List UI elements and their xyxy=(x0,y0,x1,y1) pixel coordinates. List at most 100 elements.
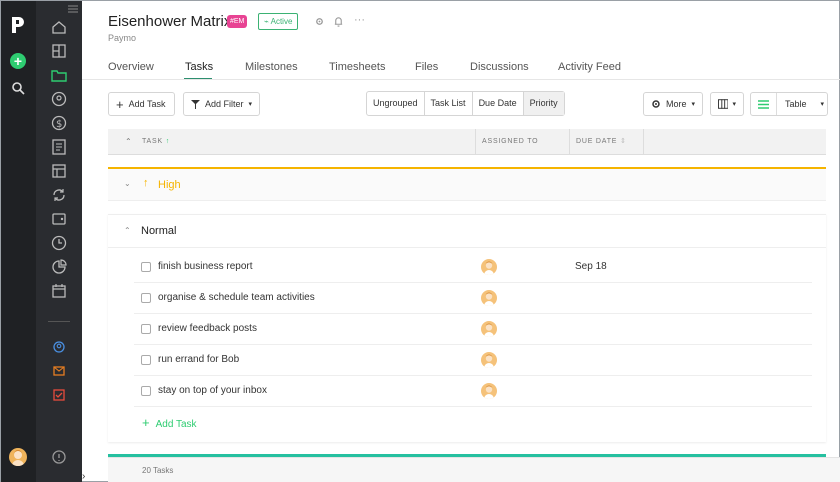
add-task-label: Add Task xyxy=(128,99,166,109)
collapse-all-icon[interactable]: ⌃ xyxy=(125,129,133,155)
columns-button[interactable]: ▾ xyxy=(710,92,744,116)
plus-icon: + xyxy=(142,415,150,430)
assignee-avatar[interactable] xyxy=(481,321,497,337)
add-filter-label: Add Filter xyxy=(204,99,244,109)
mail-icon[interactable] xyxy=(51,363,67,379)
task-row[interactable]: run errand for Bob xyxy=(134,345,812,376)
tab-timesheets[interactable]: Timesheets xyxy=(329,61,385,73)
invoices-icon[interactable] xyxy=(51,139,67,155)
chevron-down-icon: ▾ xyxy=(820,101,825,108)
main-content: Eisenhower Matrix #EM ⌁ Active ··· Paymo… xyxy=(82,1,840,482)
board-icon[interactable] xyxy=(51,163,67,179)
tab-discussions[interactable]: Discussions xyxy=(470,61,529,73)
column-task-label: TASK xyxy=(142,138,163,145)
add-filter-button[interactable]: Add Filter ▾ xyxy=(183,92,260,116)
sidebar-divider xyxy=(48,321,70,322)
finances-icon[interactable]: $ xyxy=(51,115,67,131)
sort-ascending-icon: ↑ xyxy=(165,138,171,145)
projects-folder-icon[interactable] xyxy=(51,67,67,83)
arrow-up-icon: ↑ xyxy=(143,177,149,189)
clock-icon[interactable] xyxy=(51,235,67,251)
info-icon[interactable] xyxy=(51,449,67,465)
company-name: Paymo xyxy=(108,33,137,43)
tab-overview[interactable]: Overview xyxy=(108,61,154,73)
task-name[interactable]: finish business report xyxy=(158,261,253,272)
tab-tasks[interactable]: Tasks xyxy=(185,61,213,73)
more-options-icon[interactable]: ··· xyxy=(354,14,365,26)
tab-files[interactable]: Files xyxy=(415,61,438,73)
table-header: ⌃ TASK ↑ ASSIGNED TO DUE DATE ⇕ xyxy=(108,129,826,155)
task-count: 20 Tasks xyxy=(142,466,174,475)
chevron-down-icon[interactable]: ⌄ xyxy=(124,179,131,188)
more-button[interactable]: More ▾ xyxy=(643,92,703,116)
status-label: Active xyxy=(270,17,293,26)
group-ungrouped-button[interactable]: Ungrouped xyxy=(367,92,425,115)
view-switcher[interactable]: Table ▾ xyxy=(750,92,828,116)
user-avatar[interactable] xyxy=(9,448,27,466)
sync-icon[interactable] xyxy=(51,187,67,203)
tabs-divider xyxy=(82,79,840,80)
group-priority-button[interactable]: Priority xyxy=(523,92,564,115)
assignee-avatar[interactable] xyxy=(481,352,497,368)
columns-icon xyxy=(718,99,729,109)
column-task[interactable]: TASK ↑ xyxy=(142,129,170,155)
column-due-date-label: DUE DATE xyxy=(576,138,618,145)
task-name[interactable]: organise & schedule team activities xyxy=(158,292,315,303)
column-divider xyxy=(569,129,570,155)
task-name[interactable]: stay on top of your inbox xyxy=(158,385,267,396)
checklist-icon[interactable] xyxy=(51,387,67,403)
task-row[interactable]: stay on top of your inbox xyxy=(134,376,812,407)
team-icon[interactable] xyxy=(51,339,67,355)
tab-milestones[interactable]: Milestones xyxy=(245,61,298,73)
column-assigned-to[interactable]: ASSIGNED TO xyxy=(482,129,538,155)
add-task-button[interactable]: + Add Task xyxy=(108,92,175,116)
assignee-avatar[interactable] xyxy=(481,383,497,399)
paymo-logo-icon[interactable] xyxy=(10,15,26,35)
reports-icon[interactable] xyxy=(51,43,67,59)
home-icon[interactable] xyxy=(51,19,67,35)
clients-icon[interactable] xyxy=(51,91,67,107)
task-row[interactable]: organise & schedule team activities xyxy=(134,283,812,314)
settings-gear-icon[interactable] xyxy=(314,16,325,27)
chevron-down-icon: ▾ xyxy=(691,101,695,108)
status-badge[interactable]: ⌁ Active xyxy=(258,13,299,30)
group-label-high[interactable]: High xyxy=(158,179,181,191)
task-due-date[interactable]: Sep 18 xyxy=(575,261,607,272)
sidebar-toggle-icon[interactable] xyxy=(68,5,78,13)
column-due-date[interactable]: DUE DATE ⇕ xyxy=(576,129,627,155)
table-view-icon xyxy=(751,93,777,115)
task-checkbox[interactable] xyxy=(141,262,151,272)
column-divider xyxy=(643,129,644,155)
table-footer: 20 Tasks xyxy=(108,457,840,482)
search-icon[interactable] xyxy=(11,81,25,95)
task-checkbox[interactable] xyxy=(141,293,151,303)
group-due-date-button[interactable]: Due Date xyxy=(473,92,524,115)
task-checkbox[interactable] xyxy=(141,355,151,365)
assignee-avatar[interactable] xyxy=(481,259,497,275)
group-label-normal[interactable]: Normal xyxy=(141,225,176,237)
chevron-down-icon: ▾ xyxy=(732,101,736,108)
assignee-avatar[interactable] xyxy=(481,290,497,306)
task-name[interactable]: run errand for Bob xyxy=(158,354,239,365)
task-name[interactable]: review feedback posts xyxy=(158,323,257,334)
group-by-selector: Ungrouped Task List Due Date Priority xyxy=(366,91,565,116)
task-checkbox[interactable] xyxy=(141,324,151,334)
priority-group-normal: ⌃ Normal finish business report Sep 18 o… xyxy=(108,214,826,442)
project-tag: #EM xyxy=(227,15,248,28)
priority-group-high: ⌄ ↑ High xyxy=(108,167,826,201)
pie-chart-icon[interactable] xyxy=(51,259,67,275)
tab-activity-feed[interactable]: Activity Feed xyxy=(558,61,621,73)
sidebar: $ xyxy=(36,1,82,482)
inline-add-task-button[interactable]: + Add Task xyxy=(142,415,197,430)
task-row[interactable]: review feedback posts xyxy=(134,314,812,345)
group-task-list-button[interactable]: Task List xyxy=(425,92,473,115)
notifications-bell-icon[interactable] xyxy=(333,16,344,27)
project-title: Eisenhower Matrix xyxy=(108,13,232,30)
task-checkbox[interactable] xyxy=(141,386,151,396)
calendar-icon[interactable] xyxy=(51,283,67,299)
chevron-up-icon[interactable]: ⌃ xyxy=(124,226,131,235)
wallet-icon[interactable] xyxy=(51,211,67,227)
task-row[interactable]: finish business report Sep 18 xyxy=(134,252,812,283)
create-new-icon[interactable]: + xyxy=(10,53,26,69)
inline-add-task-label: Add Task xyxy=(155,419,197,430)
